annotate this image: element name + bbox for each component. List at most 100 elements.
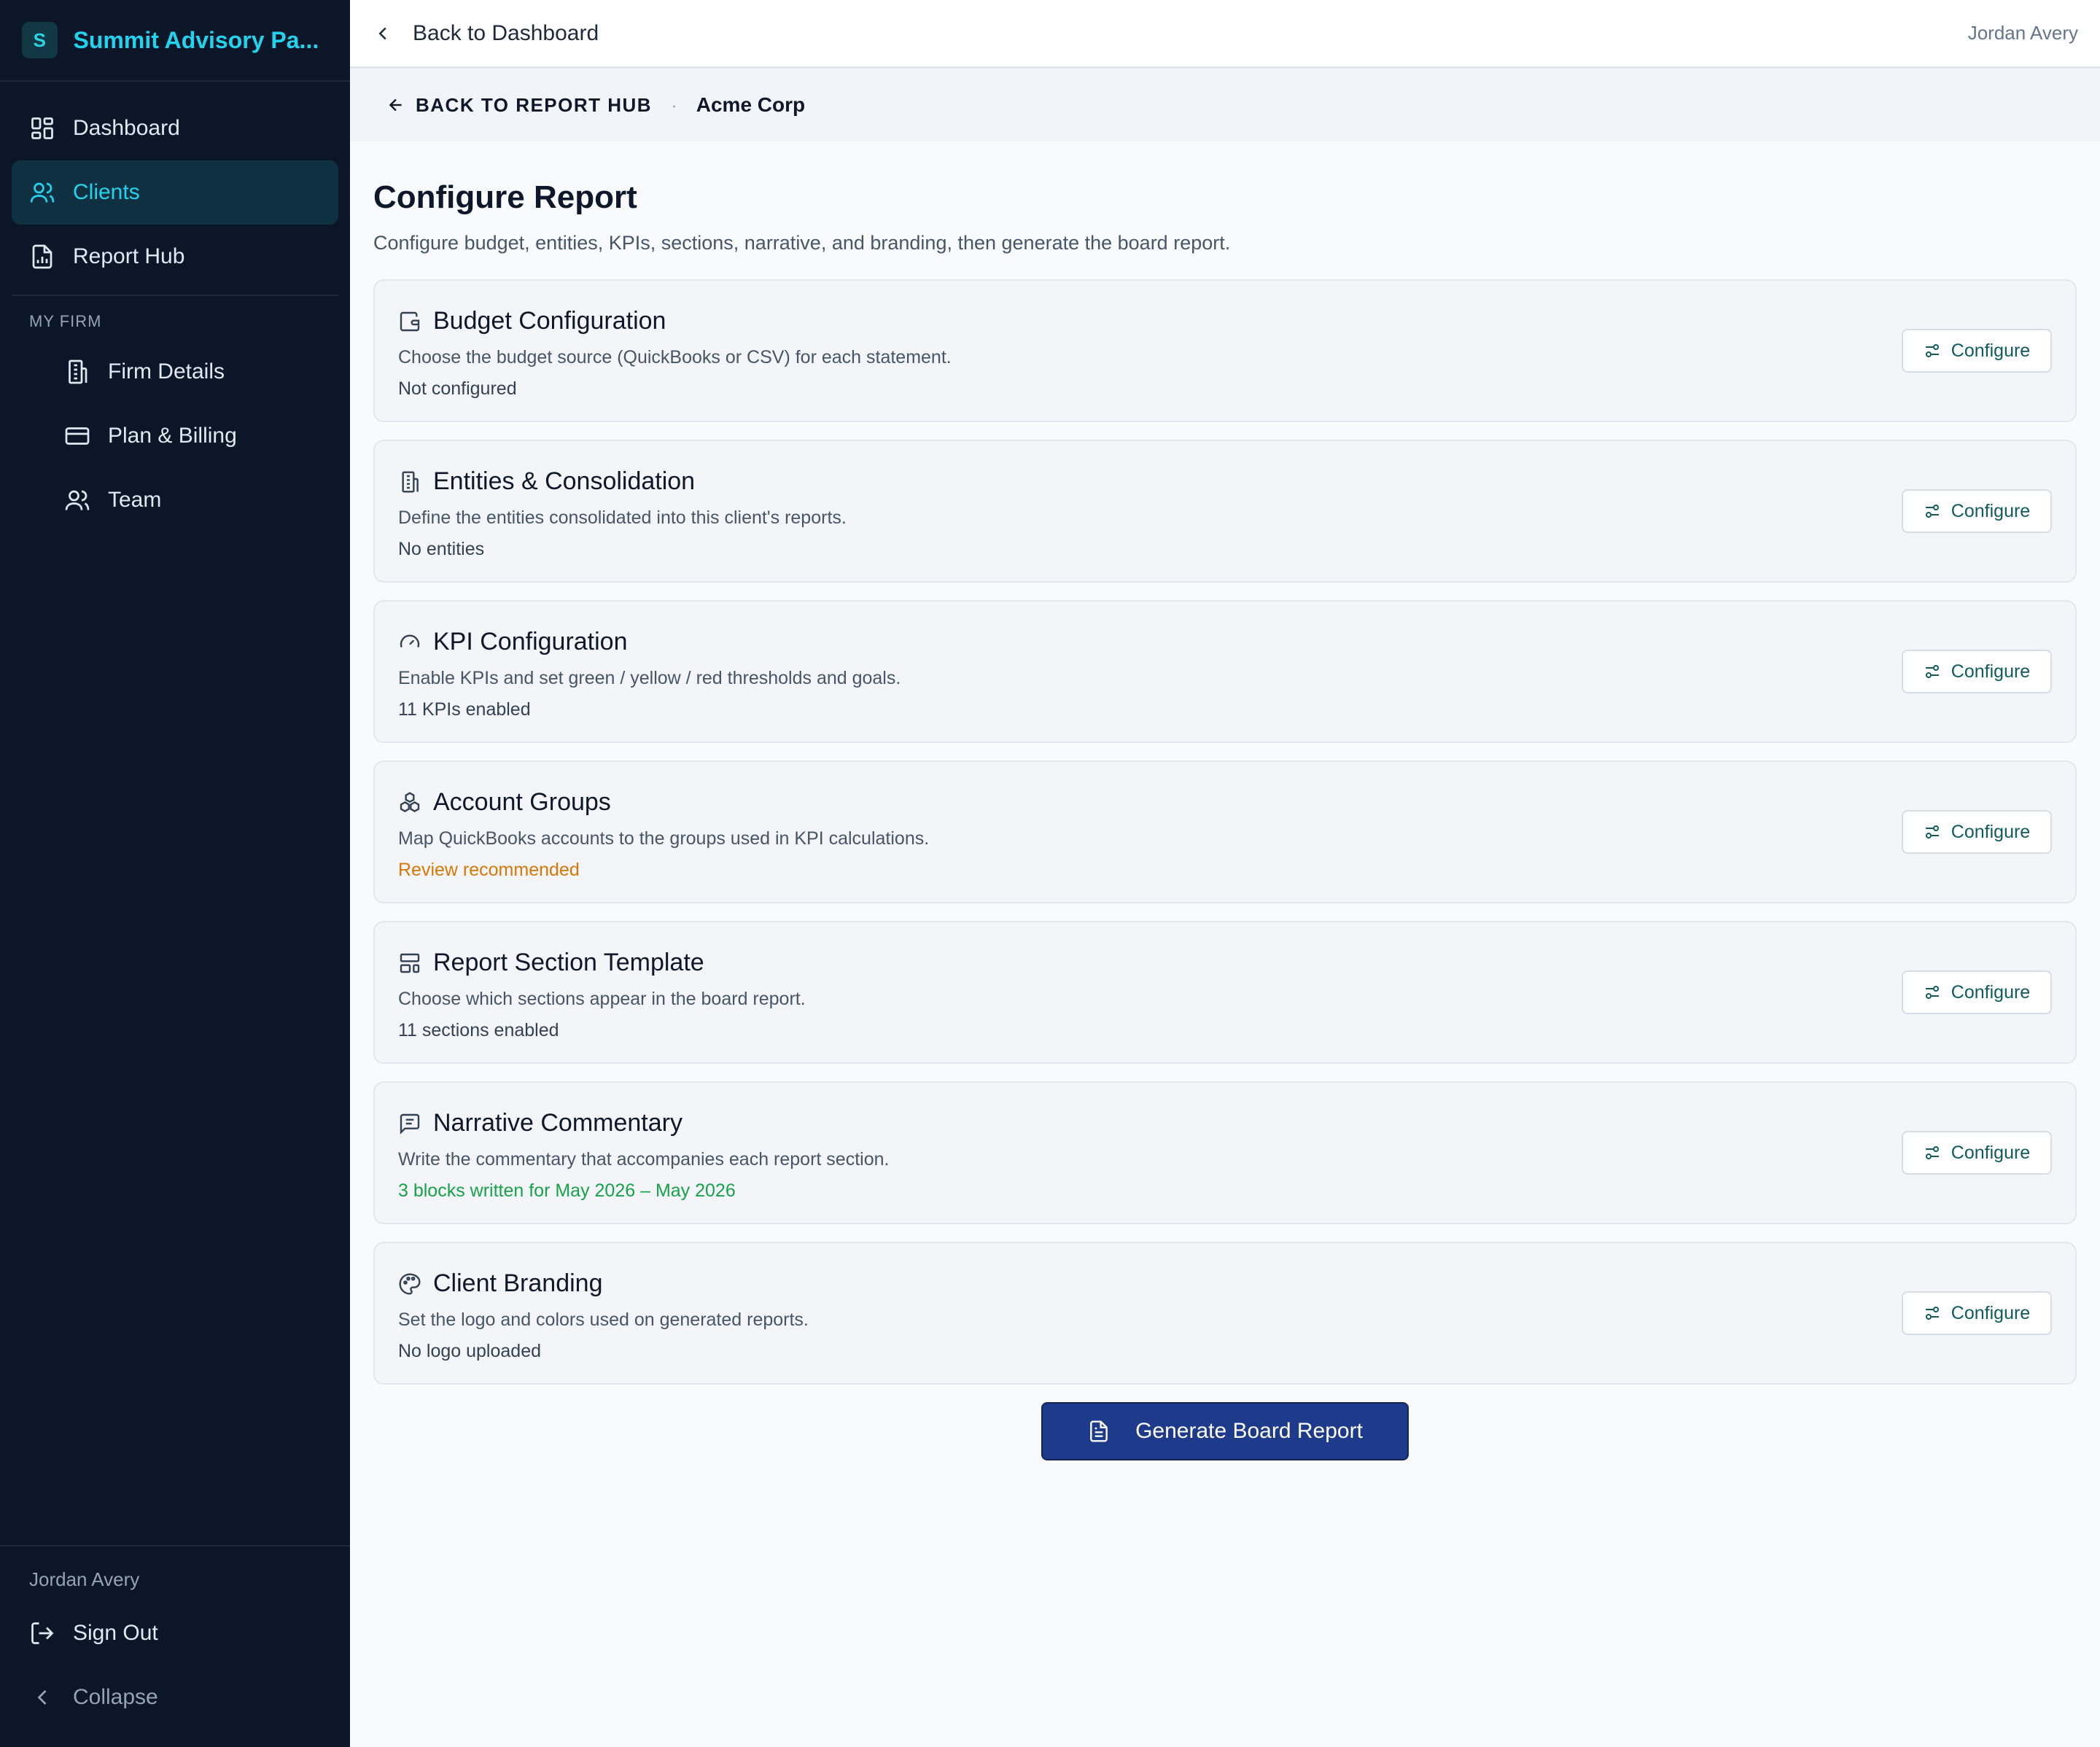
card-status: 11 KPIs enabled — [398, 699, 531, 720]
boxes-icon — [398, 791, 421, 814]
firm-nav: Firm Details Plan & Billing Team — [0, 340, 350, 532]
app-root: S Summit Advisory Pa... Dashboard Client… — [0, 0, 2100, 1747]
sidebar-item-label: Team — [108, 488, 162, 512]
config-card-narrative: Narrative Commentary Write the commentar… — [373, 1081, 2077, 1224]
wallet-icon — [398, 310, 421, 333]
sidebar-item-plan-billing[interactable]: Plan & Billing — [12, 404, 338, 468]
generate-button-wrap: Generate Board Report — [373, 1402, 2077, 1460]
sidebar-item-report-hub[interactable]: Report Hub — [12, 225, 338, 289]
configure-label: Configure — [1951, 1302, 2031, 1323]
back-to-dashboard-label: Back to Dashboard — [413, 20, 599, 45]
layout-template-icon — [398, 952, 421, 975]
back-to-report-hub-link[interactable]: BACK TO REPORT HUB — [386, 94, 652, 117]
configure-report-content: Configure Report Configure budget, entit… — [350, 141, 2100, 1460]
users-icon — [29, 179, 55, 206]
config-card-budget: Budget Configuration Choose the budget s… — [373, 279, 2077, 422]
sidebar-footer: Jordan Avery Sign Out Collapse — [0, 1545, 350, 1747]
brand-badge: S — [22, 22, 58, 58]
configure-label: Configure — [1951, 500, 2031, 521]
collapse-label: Collapse — [73, 1685, 158, 1709]
sidebar: S Summit Advisory Pa... Dashboard Client… — [0, 0, 350, 1747]
chevron-left-icon — [29, 1684, 55, 1711]
card-title: Entities & Consolidation — [433, 467, 696, 495]
card-title: KPI Configuration — [433, 628, 628, 655]
arrow-left-icon — [386, 96, 405, 114]
dashboard-icon — [29, 115, 55, 141]
card-description: Set the logo and colors used on generate… — [398, 1310, 809, 1330]
team-icon — [64, 487, 90, 513]
sidebar-item-dashboard[interactable]: Dashboard — [12, 96, 338, 160]
configure-narrative-button[interactable]: Configure — [1902, 1131, 2052, 1175]
configure-budget-button[interactable]: Configure — [1902, 329, 2052, 373]
collapse-button[interactable]: Collapse — [12, 1665, 338, 1730]
message-square-icon — [398, 1112, 421, 1135]
configure-label: Configure — [1951, 340, 2031, 361]
card-status-success: 3 blocks written for May 2026 – May 2026 — [398, 1180, 736, 1201]
palette-icon — [398, 1272, 421, 1296]
sidebar-item-label: Report Hub — [73, 244, 185, 268]
card-title: Client Branding — [433, 1269, 603, 1297]
configure-branding-button[interactable]: Configure — [1902, 1291, 2052, 1335]
card-status-warning: Review recommended — [398, 860, 580, 880]
settings-sliders-icon — [1924, 502, 1941, 520]
sign-out-label: Sign Out — [73, 1621, 158, 1645]
config-card-branding: Client Branding Set the logo and colors … — [373, 1242, 2077, 1385]
config-card-account-groups: Account Groups Map QuickBooks accounts t… — [373, 760, 2077, 903]
card-title: Budget Configuration — [433, 307, 666, 335]
settings-sliders-icon — [1924, 1304, 1941, 1322]
config-card-list: Budget Configuration Choose the budget s… — [373, 279, 2077, 1385]
sidebar-item-label: Plan & Billing — [108, 424, 237, 448]
breadcrumb: BACK TO REPORT HUB · Acme Corp — [350, 69, 2100, 141]
sidebar-item-label: Clients — [73, 180, 140, 204]
config-card-entities: Entities & Consolidation Define the enti… — [373, 440, 2077, 583]
card-title: Narrative Commentary — [433, 1109, 682, 1137]
back-to-dashboard-link[interactable]: Back to Dashboard — [372, 21, 599, 46]
credit-card-icon — [64, 423, 90, 449]
breadcrumb-client-name: Acme Corp — [696, 93, 806, 116]
configure-label: Configure — [1951, 981, 2031, 1003]
card-status: 11 sections enabled — [398, 1020, 559, 1040]
back-to-report-hub-label: BACK TO REPORT HUB — [416, 93, 653, 116]
card-title: Report Section Template — [433, 949, 704, 976]
sidebar-user-name: Jordan Avery — [29, 1568, 140, 1590]
brand[interactable]: S Summit Advisory Pa... — [0, 0, 350, 82]
main-area: Back to Dashboard Jordan Avery BACK TO R… — [350, 0, 2100, 1747]
configure-label: Configure — [1951, 1142, 2031, 1163]
config-card-kpi: KPI Configuration Enable KPIs and set gr… — [373, 600, 2077, 743]
card-description: Choose the budget source (QuickBooks or … — [398, 347, 952, 367]
building-icon — [64, 359, 90, 385]
card-status: No entities — [398, 539, 485, 559]
sign-out-button[interactable]: Sign Out — [12, 1601, 338, 1665]
card-description: Choose which sections appear in the boar… — [398, 989, 806, 1009]
sidebar-item-team[interactable]: Team — [12, 468, 338, 532]
configure-label: Configure — [1951, 821, 2031, 842]
sidebar-item-label: Firm Details — [108, 359, 225, 384]
settings-sliders-icon — [1924, 984, 1941, 1001]
breadcrumb-separator: · — [671, 93, 677, 116]
generate-board-report-label: Generate Board Report — [1135, 1419, 1363, 1443]
sidebar-nav: Dashboard Clients Report Hub — [0, 82, 350, 296]
log-out-icon — [29, 1620, 55, 1646]
configure-section-template-button[interactable]: Configure — [1902, 970, 2052, 1014]
config-card-section-template: Report Section Template Choose which sec… — [373, 921, 2077, 1064]
report-file-icon — [29, 244, 55, 270]
sidebar-item-clients[interactable]: Clients — [12, 160, 338, 225]
sidebar-item-firm-details[interactable]: Firm Details — [12, 340, 338, 404]
building-icon — [398, 470, 421, 494]
card-status: No logo uploaded — [398, 1341, 541, 1361]
configure-entities-button[interactable]: Configure — [1902, 489, 2052, 533]
card-description: Write the commentary that accompanies ea… — [398, 1149, 890, 1170]
page-title: Configure Report — [373, 179, 637, 215]
page-subtitle: Configure budget, entities, KPIs, sectio… — [373, 232, 1231, 254]
topbar: Back to Dashboard Jordan Avery — [350, 0, 2100, 69]
settings-sliders-icon — [1924, 663, 1941, 680]
configure-account-groups-button[interactable]: Configure — [1902, 810, 2052, 854]
configure-kpi-button[interactable]: Configure — [1902, 650, 2052, 693]
card-status: Not configured — [398, 378, 517, 399]
settings-sliders-icon — [1924, 823, 1941, 841]
generate-board-report-button[interactable]: Generate Board Report — [1041, 1402, 1409, 1460]
chevron-left-icon — [372, 23, 394, 44]
settings-sliders-icon — [1924, 1144, 1941, 1162]
card-description: Define the entities consolidated into th… — [398, 507, 847, 528]
card-description: Enable KPIs and set green / yellow / red… — [398, 668, 901, 688]
